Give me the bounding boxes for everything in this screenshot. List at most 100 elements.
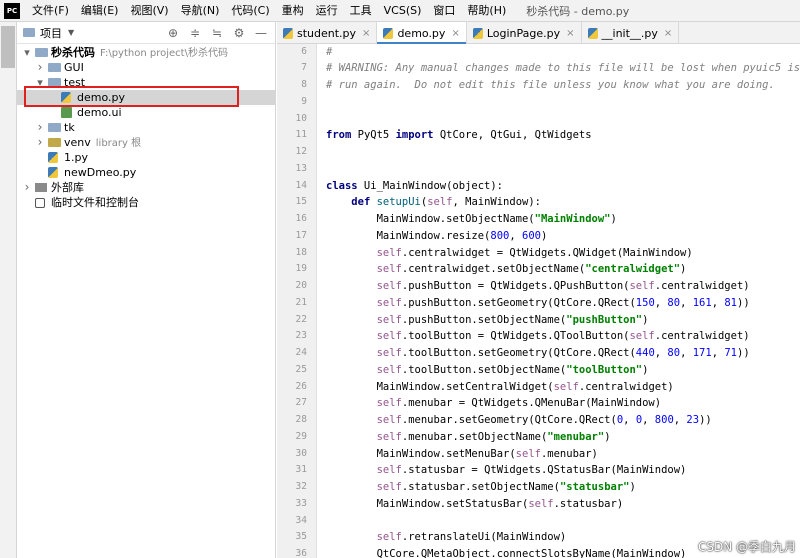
code-token: , [623,414,636,426]
code-token: self [528,497,554,510]
folder-icon [48,123,61,132]
code-token: 440 [635,347,655,359]
menu-item[interactable]: 视图(V) [124,0,174,22]
project-view-selector[interactable]: 项目 [40,25,62,41]
code-token: "statusbar" [559,481,630,493]
tree-item-file[interactable]: demo.ui [17,105,275,120]
code-token: 161 [692,296,712,309]
scratch-icon [35,198,45,208]
close-icon[interactable]: × [362,28,370,39]
chevron-right-icon[interactable]: › [35,120,45,135]
code-token: , [680,296,693,309]
code-token: QtCore, QtGui, QtWidgets [433,129,592,142]
close-icon[interactable]: × [451,28,459,39]
code-token: MainWindow.resize( [376,229,491,242]
code-token: self [553,380,579,393]
menu-item[interactable]: 文件(F) [26,0,75,22]
line-number: 23 [295,330,307,342]
line-number: 9 [301,95,307,107]
code-text: self.menubar.setObjectName("menubar") [377,429,611,446]
menu-item[interactable]: VCS(S) [378,0,428,22]
collapse-all-icon[interactable]: ≑ [187,26,203,40]
code-token: # [326,45,333,58]
chevron-right-icon[interactable]: › [22,180,32,195]
hide-icon[interactable]: — [253,26,269,40]
tree-item-folder[interactable]: ▾ 秒杀代码 F:\python project\秒杀代码 [17,45,275,60]
code-token: "menubar" [547,430,605,443]
menu-item[interactable]: 编辑(E) [75,0,125,22]
code-line: 14 class Ui_MainWindow(object): [277,178,800,195]
tree-item-folder[interactable]: › GUI [17,60,275,75]
code-token: .retranslateUi(MainWindow) [401,531,567,544]
code-text: self.menubar = QtWidgets.QMenuBar(MainWi… [377,395,661,412]
tree-item-label: newDmeo.py [64,165,136,180]
chevron-down-icon[interactable]: ▾ [22,45,32,60]
code-token: self [629,330,655,343]
python-file-icon [472,27,483,39]
line-number: 11 [295,129,307,141]
code-token: .menubar.setGeometry(QtCore.QRect( [401,414,617,426]
menu-item[interactable]: 运行 [310,0,344,22]
line-number: 15 [295,196,307,208]
tree-item-label: venv library 根 [64,135,141,151]
editor-tab[interactable]: LoginPage.py × [467,22,582,44]
editor-tab[interactable]: demo.py × [377,22,467,45]
editor-tab[interactable]: __init__.py × [582,22,680,44]
tree-item-file[interactable]: 1.py [17,150,275,165]
menu-item[interactable]: 窗口 [427,0,461,22]
code-token: , [642,414,655,426]
tree-item-file[interactable]: newDmeo.py [17,165,275,180]
tree-item-folder[interactable]: › 外部库 [17,180,275,195]
chevron-right-icon[interactable]: › [35,135,45,150]
close-icon[interactable]: × [664,28,672,39]
code-line: 30 MainWindow.setMenuBar(self.menubar) [277,446,800,463]
code-line: 33 MainWindow.setStatusBar(self.statusbar… [277,496,800,513]
code-token: .statusbar = QtWidgets.QStatusBar(MainWi… [401,464,687,477]
code-token: self [376,347,402,359]
code-token: , [654,296,668,309]
tree-item-label: 秒杀代码 F:\python project\秒杀代码 [51,45,228,61]
code-token: .toolButton = QtWidgets.QToolButton( [401,330,630,343]
menu-item[interactable]: 工具 [344,0,378,22]
tree-item-name: 秒杀代码 [51,46,95,59]
tree-item-label: 外部库 [51,180,84,195]
line-number: 25 [295,363,307,375]
line-number: 35 [295,531,307,543]
library-icon [35,183,47,192]
line-number: 10 [295,112,307,124]
expand-all-icon[interactable]: ≒ [209,26,225,40]
code-token: PyQt5 [351,129,396,142]
code-token: 171 [692,347,712,359]
code-token: MainWindow.setCentralWidget( [376,380,554,393]
code-line: 20 self.pushButton = QtWidgets.QPushButto… [277,278,800,295]
menu-item[interactable]: 导航(N) [175,0,226,22]
code-text: class Ui_MainWindow(object): [326,178,503,195]
code-text: self.centralwidget = QtWidgets.QWidget(M… [377,245,693,262]
tree-item-folder[interactable]: › venv library 根 [17,135,275,150]
code-token: self [427,196,453,209]
menu-item[interactable]: 代码(C) [225,0,275,22]
project-tool-window-button[interactable] [1,26,15,68]
close-icon[interactable]: × [566,28,574,39]
code-text: self.toolButton = QtWidgets.QToolButton(… [377,328,750,345]
python-file-icon [383,27,394,39]
project-tree: ▾ 秒杀代码 F:\python project\秒杀代码 › GUI ▾ test demo… [17,45,275,210]
code-editor[interactable]: 6 #7 # WARNING: Any manual changes made to… [277,44,800,558]
code-token: .menubar.setObjectName( [401,430,548,443]
menu-item[interactable]: 帮助(H) [461,0,512,22]
chevron-right-icon[interactable]: › [35,60,45,75]
line-number: 8 [301,79,307,90]
menu-item[interactable]: 重构 [276,0,310,22]
code-text: MainWindow.setStatusBar(self.statusbar) [377,496,624,513]
editor-tab[interactable]: student.py × [277,22,378,44]
tree-item-folder[interactable]: 临时文件和控制台 [17,195,275,210]
chevron-down-icon[interactable]: ▼ [68,28,74,37]
code-text: self.toolButton.setObjectName("toolButto… [377,362,649,379]
code-token: "toolButton" [566,363,643,376]
code-token: 80 [667,296,681,309]
code-line: 26 MainWindow.setCentralWidget(self.centr… [277,379,800,396]
tree-item-folder[interactable]: › tk [17,120,275,135]
gear-icon[interactable]: ⚙ [231,26,247,40]
line-number: 22 [295,313,307,325]
crosshair-icon[interactable]: ⊕ [165,26,181,40]
